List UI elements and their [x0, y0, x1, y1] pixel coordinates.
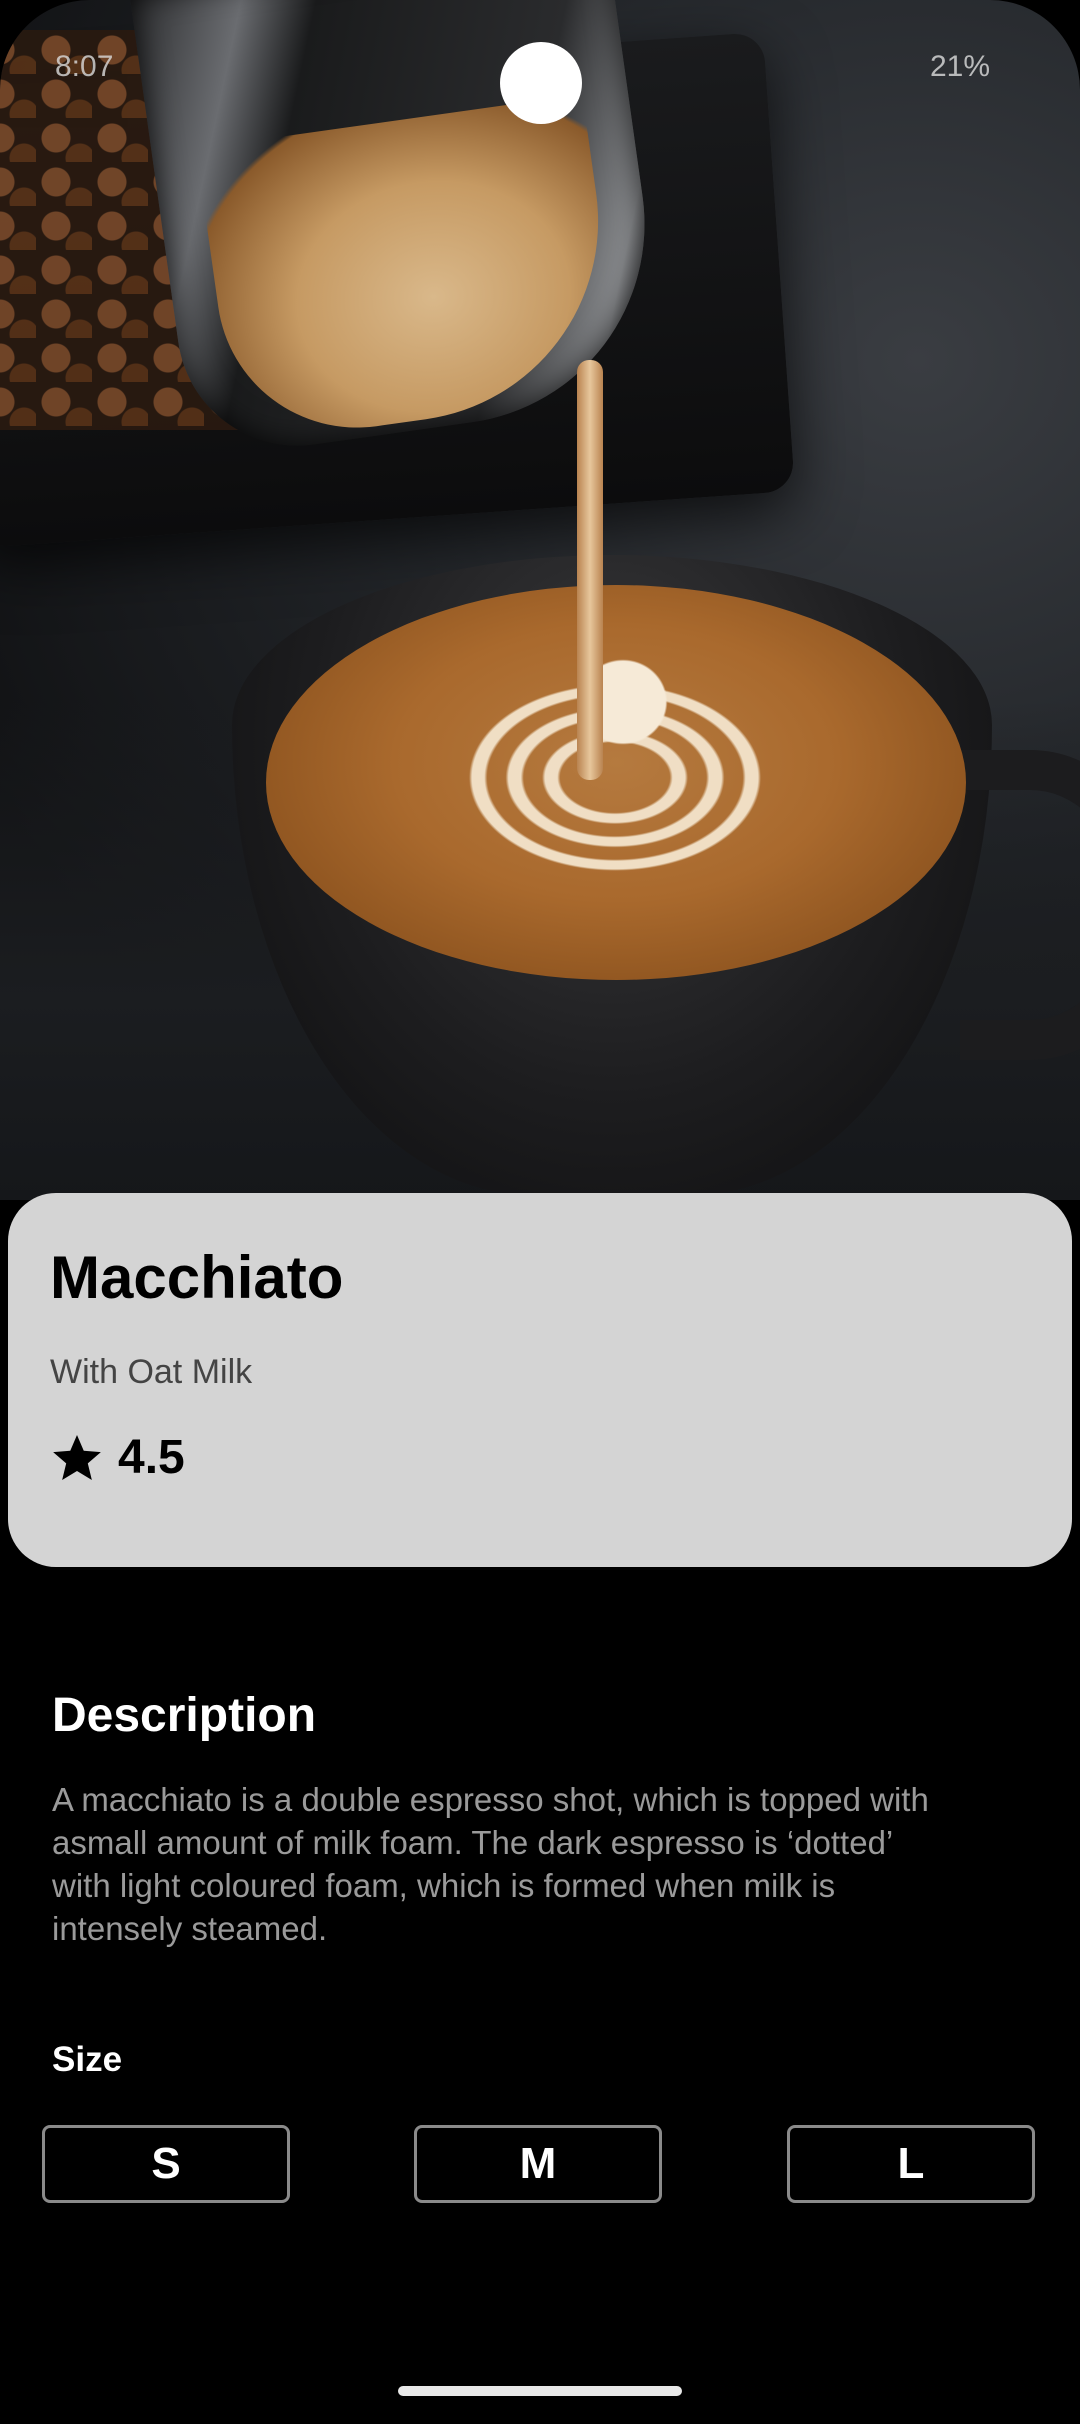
- screen: 8:07 21% Macchiato With Oat Milk 4.5 Des…: [0, 0, 1080, 2424]
- size-medium-button[interactable]: M: [414, 2125, 662, 2203]
- latte-heart: [548, 630, 698, 750]
- product-name: Macchiato: [50, 1244, 344, 1311]
- hero-image: [0, 0, 1080, 1200]
- status-time: 8:07: [55, 50, 114, 83]
- size-small-button[interactable]: S: [42, 2125, 290, 2203]
- status-battery: 21%: [929, 50, 990, 83]
- description-text: A macchiato is a double espresso shot, w…: [52, 1781, 929, 1947]
- rating-value: 4.5: [118, 1431, 185, 1484]
- milk-stream: [577, 360, 603, 780]
- product-subtitle: With Oat Milk: [50, 1353, 253, 1391]
- description-heading: Description: [52, 1689, 317, 1742]
- cup-handle: [960, 750, 1080, 1060]
- home-indicator[interactable]: [398, 2386, 682, 2396]
- rating: 4.5: [50, 1430, 185, 1485]
- size-heading: Size: [52, 2040, 123, 2079]
- product-info-card: Macchiato With Oat Milk 4.5: [8, 1193, 1072, 1567]
- camera-cutout: [500, 42, 582, 124]
- star-icon: [53, 1434, 101, 1480]
- size-large-button[interactable]: L: [787, 2125, 1035, 2203]
